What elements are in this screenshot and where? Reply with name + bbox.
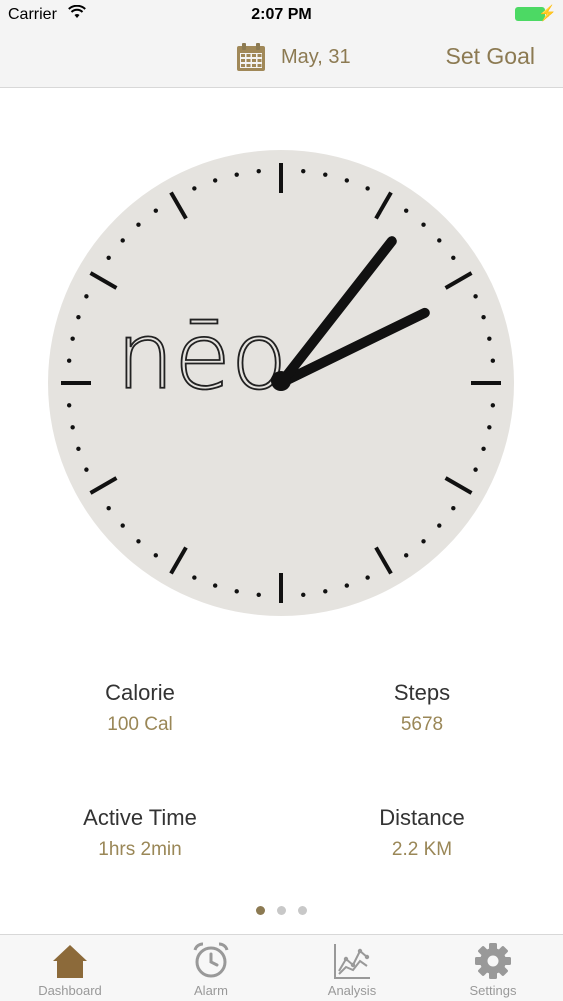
minute-tick xyxy=(365,186,370,191)
minute-tick xyxy=(153,208,159,213)
distance-value: 2.2 KM xyxy=(391,839,453,860)
active-time-stat: Active Time 1hrs 2min xyxy=(40,805,240,861)
tab-label: Alarm xyxy=(194,983,228,998)
page-dot[interactable] xyxy=(256,906,265,915)
minute-tick xyxy=(120,238,125,243)
minute-tick xyxy=(301,168,306,174)
tab-analysis[interactable]: Analysis xyxy=(282,935,422,1001)
status-time: 2:07 PM xyxy=(251,6,312,23)
minute-tick xyxy=(212,178,218,183)
minute-tick xyxy=(76,314,81,320)
analog-clock: nēo xyxy=(46,148,516,618)
minute-tick xyxy=(256,168,261,174)
page-dot[interactable] xyxy=(298,906,307,915)
page-indicator[interactable] xyxy=(0,902,563,920)
tab-settings[interactable]: Settings xyxy=(423,935,563,1001)
minute-tick xyxy=(490,403,496,408)
minute-tick xyxy=(344,583,350,588)
minute-tick xyxy=(451,255,456,261)
distance-stat: Distance 2.2 KM xyxy=(322,805,522,861)
tab-bar: Dashboard Alarm Analysis Settings xyxy=(0,934,563,1001)
nav-bar: May, 31 Set Goal xyxy=(0,30,563,88)
tab-dashboard[interactable]: Dashboard xyxy=(0,935,140,1001)
minute-tick xyxy=(66,358,72,363)
tab-label: Analysis xyxy=(327,983,377,998)
minute-tick xyxy=(323,172,328,177)
minute-tick xyxy=(234,589,239,594)
minute-tick xyxy=(437,238,442,243)
minute-tick xyxy=(84,294,89,299)
minute-tick xyxy=(256,592,261,598)
minute-tick xyxy=(106,255,111,261)
analysis-chart-icon xyxy=(334,944,370,979)
steps-value: 5678 xyxy=(400,714,444,735)
minute-tick xyxy=(481,314,486,320)
minute-tick xyxy=(403,553,409,558)
minute-tick xyxy=(301,592,306,598)
minute-tick xyxy=(490,358,496,363)
minute-tick xyxy=(323,589,328,594)
minute-tick xyxy=(66,403,72,408)
minute-tick xyxy=(120,523,125,528)
calendar-icon[interactable] xyxy=(236,42,266,72)
active-time-value: 1hrs 2min xyxy=(98,839,182,860)
minute-tick xyxy=(344,178,350,183)
minute-tick xyxy=(70,425,75,430)
calorie-label: Calorie xyxy=(105,680,175,705)
minute-tick xyxy=(487,336,492,341)
minute-tick xyxy=(421,539,426,544)
minute-tick xyxy=(212,583,218,588)
steps-label: Steps xyxy=(393,680,451,705)
clock-face: nēo xyxy=(48,150,514,616)
status-bar: Carrier 2:07 PM ⚡ xyxy=(0,0,563,30)
minute-tick xyxy=(76,446,81,452)
charging-bolt-icon: ⚡ xyxy=(538,5,557,22)
brand-logo: nēo xyxy=(116,303,287,410)
minute-tick xyxy=(136,222,141,227)
calorie-stat: Calorie 100 Cal xyxy=(40,680,240,736)
alarm-clock-icon xyxy=(193,942,229,978)
minute-tick xyxy=(234,172,239,177)
minute-tick xyxy=(403,208,409,213)
gear-icon xyxy=(475,943,511,979)
minute-tick xyxy=(106,505,111,511)
clock-center-pin xyxy=(271,371,291,391)
minute-tick xyxy=(192,186,197,191)
minute-tick xyxy=(473,294,478,299)
minute-tick xyxy=(451,505,456,511)
minute-tick xyxy=(70,336,75,341)
tab-alarm[interactable]: Alarm xyxy=(141,935,281,1001)
active-time-label: Active Time xyxy=(83,805,197,830)
selected-date[interactable]: May, 31 xyxy=(281,46,351,69)
tab-label: Settings xyxy=(469,983,517,998)
page-dot[interactable] xyxy=(277,906,286,915)
minute-tick xyxy=(84,467,89,472)
minute-tick xyxy=(421,222,426,227)
minute-tick xyxy=(136,539,141,544)
steps-stat: Steps 5678 xyxy=(322,680,522,736)
minute-tick xyxy=(487,425,492,430)
minute-tick xyxy=(153,553,159,558)
distance-label: Distance xyxy=(379,805,465,830)
minute-tick xyxy=(192,575,197,580)
calorie-value: 100 Cal xyxy=(107,714,173,735)
minute-tick xyxy=(481,446,486,452)
tab-label: Dashboard xyxy=(38,983,102,998)
minute-tick xyxy=(473,467,478,472)
set-goal-button[interactable]: Set Goal xyxy=(446,43,536,70)
minute-tick xyxy=(437,523,442,528)
home-icon xyxy=(53,945,87,978)
minute-tick xyxy=(365,575,370,580)
